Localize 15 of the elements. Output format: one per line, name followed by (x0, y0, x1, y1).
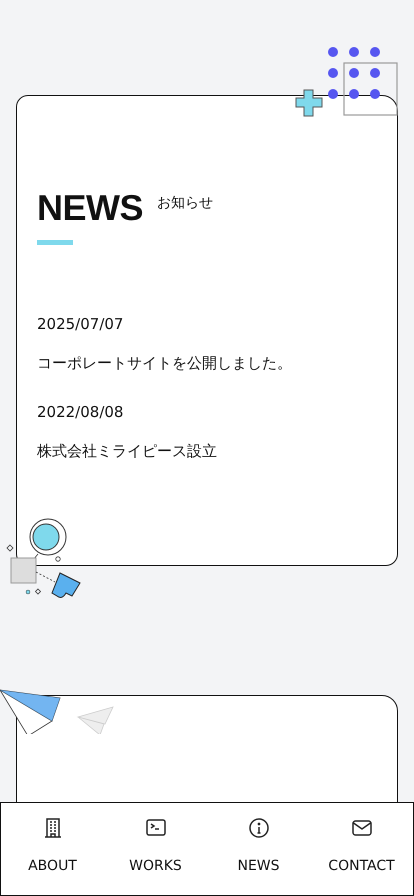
terminal-icon (144, 817, 166, 839)
section-subtitle: お知らせ (157, 194, 213, 212)
news-date: 2022/08/08 (37, 402, 124, 423)
news-text: コーポレートサイトを公開しました。 (37, 353, 293, 374)
dot-grid-drawing (328, 47, 398, 117)
nav-tab[interactable]: CONTACT (310, 803, 413, 895)
news-text: 株式会社ミライピース設立 (37, 441, 218, 462)
news-date: 2025/07/07 (37, 314, 124, 335)
accent-bar (37, 240, 73, 245)
nav-tab[interactable]: ABOUT (1, 803, 104, 895)
nav-tab[interactable]: WORKS (104, 803, 207, 895)
nav-tab[interactable]: NEWS (207, 803, 310, 895)
plus-icon (294, 88, 324, 118)
section-title: NEWS (37, 188, 143, 228)
info-icon (248, 817, 270, 839)
